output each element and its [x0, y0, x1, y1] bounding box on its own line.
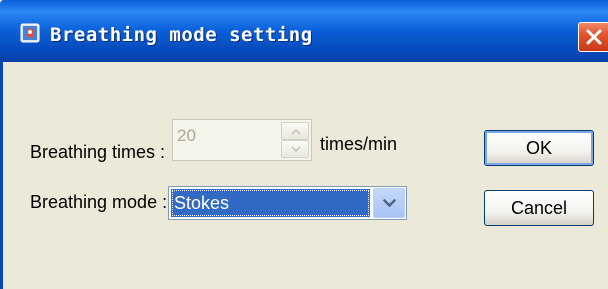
window-title: Breathing mode setting — [50, 24, 313, 46]
close-button[interactable] — [578, 22, 608, 52]
dialog-body — [0, 62, 608, 289]
arrow-up-icon — [291, 128, 301, 135]
spin-up-button — [281, 122, 309, 140]
breathing-times-label: Breathing times : — [30, 142, 166, 162]
breathing-times-value: 20 — [177, 126, 196, 145]
ok-button[interactable]: OK — [484, 130, 594, 166]
dropdown-button[interactable] — [373, 188, 405, 218]
app-icon — [20, 23, 40, 43]
breathing-mode-label: Breathing mode : — [30, 192, 168, 212]
chevron-down-icon — [383, 199, 396, 208]
cancel-button[interactable]: Cancel — [484, 190, 594, 226]
breathing-times-spinbox: 20 — [172, 119, 312, 161]
spin-buttons — [281, 122, 309, 158]
spin-down-button — [281, 140, 309, 158]
breathing-times-unit: times/min — [320, 134, 398, 154]
breathing-mode-selected-value: Stokes — [171, 189, 370, 217]
title-bar[interactable]: Breathing mode setting — [0, 0, 608, 62]
breathing-mode-select[interactable]: Stokes — [168, 186, 407, 220]
close-icon — [586, 29, 602, 45]
arrow-down-icon — [291, 146, 301, 153]
